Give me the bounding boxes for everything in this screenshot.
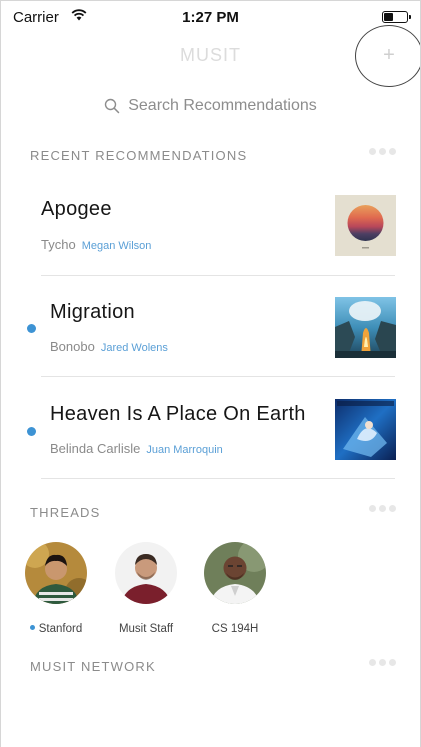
thread-label: CS 194H — [190, 623, 280, 635]
more-options-icon[interactable] — [369, 659, 396, 666]
thread-label: Musit Staff — [101, 623, 191, 635]
add-recommendation-button[interactable]: + — [355, 25, 420, 87]
artist-name: Tycho — [41, 237, 76, 252]
plus-icon: + — [383, 44, 395, 66]
avatar — [25, 542, 87, 604]
unread-indicator — [27, 427, 36, 436]
section-title: THREADS — [30, 505, 101, 520]
search-icon — [105, 98, 120, 114]
song-meta: Belinda Carlisle Juan Marroquin — [50, 441, 223, 456]
section-title: RECENT RECOMMENDATIONS — [30, 148, 248, 163]
section-title: MUSIT NETWORK — [30, 659, 156, 674]
search-placeholder: Search Recommendations — [128, 97, 317, 114]
battery-icon — [382, 11, 411, 23]
more-options-icon[interactable] — [369, 148, 396, 155]
musit-network-header: MUSIT NETWORK — [30, 659, 400, 674]
recommender-link[interactable]: Juan Marroquin — [146, 444, 222, 456]
song-title: Heaven Is A Place On Earth — [50, 403, 306, 425]
artist-name: Bonobo — [50, 339, 95, 354]
thread-item[interactable]: CS 194H — [190, 542, 280, 642]
recent-recommendations-header: RECENT RECOMMENDATIONS — [30, 148, 400, 163]
thread-name: Musit Staff — [118, 623, 174, 635]
thread-name: CS 194H — [211, 623, 259, 635]
thread-item[interactable]: Musit Staff — [101, 542, 191, 642]
search-bar[interactable]: Search Recommendations — [1, 93, 420, 119]
album-art-apogee — [335, 195, 396, 256]
recommender-link[interactable]: Megan Wilson — [82, 240, 152, 252]
status-bar: Carrier 1:27 PM — [1, 1, 420, 29]
thread-item[interactable]: Stanford — [11, 542, 101, 642]
artist-name: Belinda Carlisle — [50, 441, 141, 456]
avatar — [204, 542, 266, 604]
song-title: Apogee — [41, 198, 112, 220]
album-art-heaven-on-earth — [335, 399, 396, 460]
thread-label: Stanford — [11, 623, 101, 635]
song-title: Migration — [50, 301, 135, 323]
album-art-migration — [335, 297, 396, 358]
song-meta: Tycho Megan Wilson — [41, 237, 151, 252]
avatar — [115, 542, 177, 604]
app-screen: Carrier 1:27 PM MUSIT + Search Recommend… — [0, 0, 421, 747]
more-options-icon[interactable] — [369, 505, 396, 512]
unread-indicator — [29, 625, 35, 631]
recommendation-item[interactable]: Heaven Is A Place On Earth Belinda Carli… — [1, 379, 420, 479]
song-meta: Bonobo Jared Wolens — [50, 339, 168, 354]
recommendation-item[interactable]: Migration Bonobo Jared Wolens — [1, 277, 420, 377]
row-divider — [41, 275, 395, 276]
row-divider — [41, 478, 395, 479]
row-divider — [41, 376, 395, 377]
clock-time: 1:27 PM — [182, 9, 239, 26]
threads-header: THREADS — [30, 505, 400, 520]
thread-name: Stanford — [38, 623, 83, 635]
unread-indicator — [27, 324, 36, 333]
recommendation-item[interactable]: Apogee Tycho Megan Wilson — [1, 176, 420, 276]
recommender-link[interactable]: Jared Wolens — [101, 342, 168, 354]
